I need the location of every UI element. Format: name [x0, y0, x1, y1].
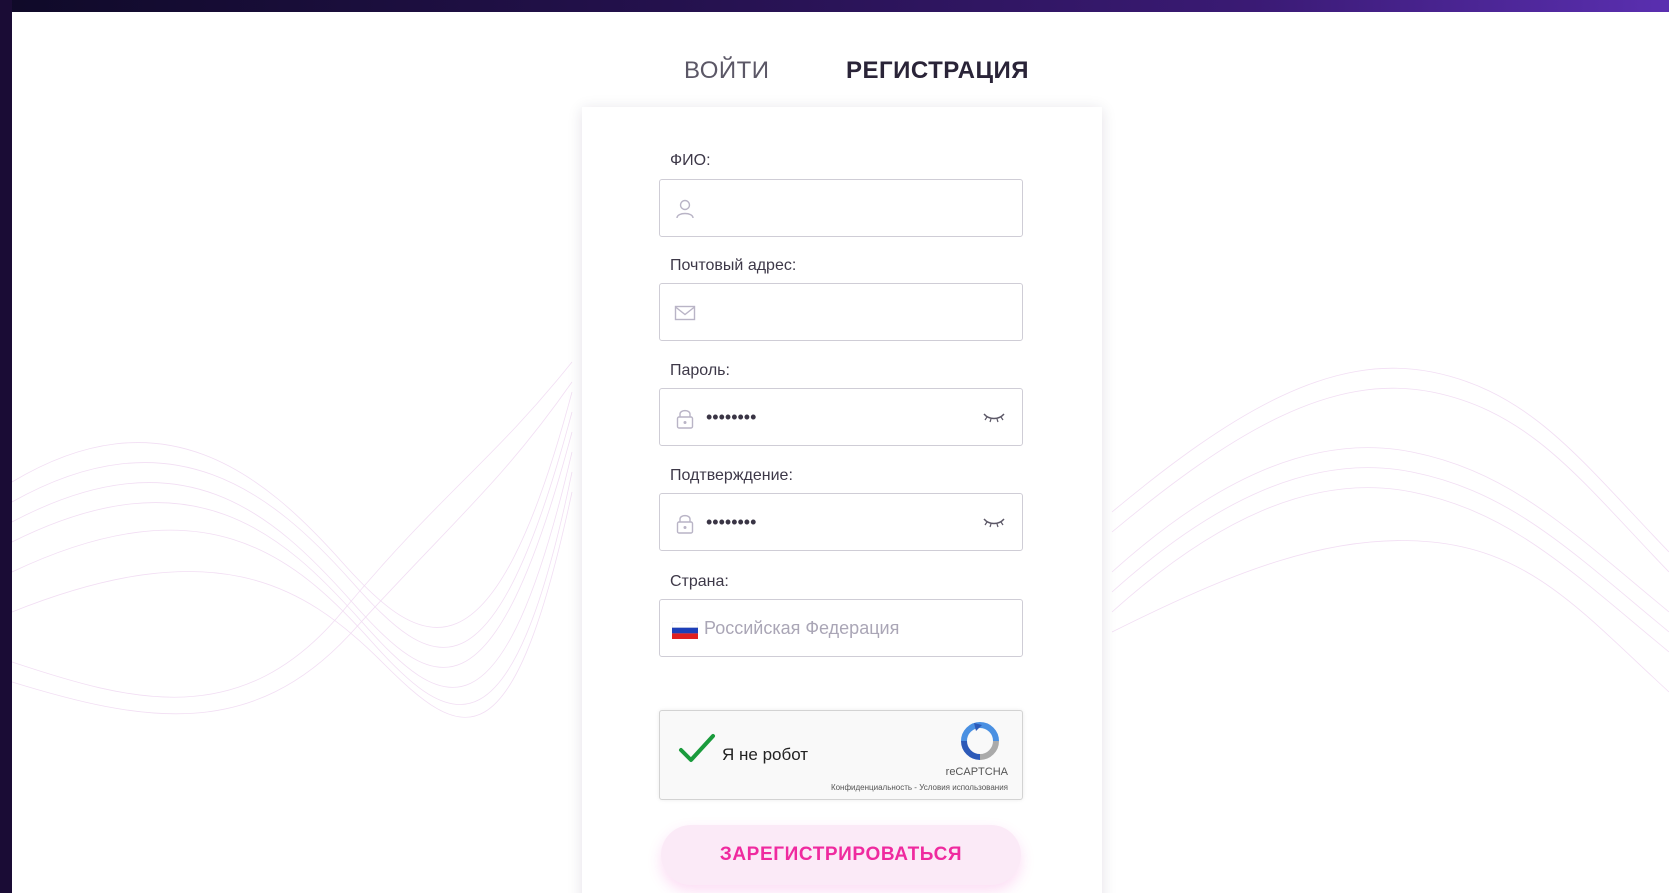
user-icon [676, 199, 694, 219]
recaptcha-widget: Я не робот reCAPTCHA Конфиденциальность … [659, 710, 1023, 800]
recaptcha-privacy-terms-link[interactable]: Конфиденциальность - Условия использован… [831, 783, 1008, 792]
tab-login[interactable]: ВОЙТИ [684, 57, 770, 85]
full-name-label: ФИО: [670, 152, 711, 169]
recaptcha-logo-icon [961, 722, 999, 760]
recaptcha-brand: reCAPTCHA [945, 766, 1008, 778]
confirm-input[interactable] [706, 506, 956, 538]
password-input[interactable] [706, 401, 956, 433]
eye-closed-icon[interactable] [982, 409, 1006, 425]
country-label: Страна: [670, 573, 729, 590]
register-button[interactable]: ЗАРЕГИСТРИРОВАТЬСЯ [661, 825, 1021, 885]
password-label: Пароль: [670, 362, 730, 379]
page-background: ВОЙТИ РЕГИСТРАЦИЯ ФИО: Почтовый адрес: П… [12, 12, 1669, 893]
russia-flag-icon [672, 622, 698, 639]
lock-icon [676, 409, 694, 429]
window-left-band [0, 0, 12, 893]
lock-icon [676, 514, 694, 534]
country-value: Российская Федерация [704, 618, 900, 638]
full-name-field[interactable] [659, 179, 1023, 237]
email-input[interactable] [706, 296, 956, 328]
email-field[interactable] [659, 283, 1023, 341]
confirm-field[interactable] [659, 493, 1023, 551]
envelope-icon [674, 305, 696, 321]
tab-register[interactable]: РЕГИСТРАЦИЯ [846, 57, 1029, 85]
country-select[interactable]: Российская Федерация [659, 599, 1023, 657]
full-name-input[interactable] [706, 192, 956, 224]
email-label: Почтовый адрес: [670, 257, 797, 274]
recaptcha-label: Я не робот [722, 745, 809, 764]
checkmark-icon[interactable] [678, 733, 716, 765]
window-top-band [0, 0, 1669, 12]
eye-closed-icon[interactable] [982, 514, 1006, 530]
confirm-label: Подтверждение: [670, 467, 793, 484]
registration-card: ФИО: Почтовый адрес: Пароль: •••••••• По… [582, 107, 1102, 893]
password-field[interactable] [659, 388, 1023, 446]
